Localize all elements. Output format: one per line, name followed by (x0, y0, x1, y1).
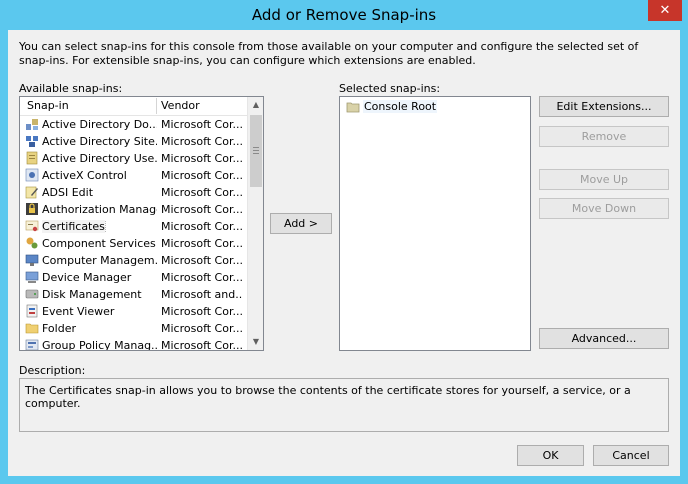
snapin-name: ADSI Edit (42, 186, 94, 199)
available-snapins-label: Available snap-ins: (19, 82, 123, 95)
ok-button[interactable]: OK (517, 445, 584, 466)
remove-button[interactable]: Remove (539, 126, 669, 147)
snapin-vendor: Microsoft Cor... (161, 322, 243, 335)
event-viewer-icon (26, 304, 38, 318)
dialog-body: You can select snap-ins for this console… (8, 30, 680, 476)
snapin-row[interactable]: Authorization Manager Microsoft Cor... (20, 201, 247, 218)
activex-icon (25, 168, 39, 182)
certificates-icon (25, 220, 39, 232)
snapin-name: Certificates (42, 220, 106, 233)
snapin-row[interactable]: Device Manager Microsoft Cor... (20, 269, 247, 286)
column-divider[interactable] (156, 98, 157, 114)
snapin-name: ActiveX Control (42, 169, 127, 182)
snapin-name: Active Directory Site... (42, 135, 157, 148)
available-snapins-list[interactable]: Snap-in Vendor Active Directory Do... Mic… (19, 96, 264, 351)
snapin-vendor: Microsoft and... (161, 288, 243, 301)
add-button[interactable]: Add > (270, 213, 332, 234)
snapin-vendor: Microsoft Cor... (161, 271, 243, 284)
close-button[interactable]: ✕ (648, 0, 682, 21)
ad-users-icon (26, 151, 38, 165)
snapin-vendor: Microsoft Cor... (161, 186, 243, 199)
snapin-vendor: Microsoft Cor... (161, 135, 243, 148)
adsi-edit-icon (25, 186, 38, 199)
move-down-button[interactable]: Move Down (539, 198, 669, 219)
scroll-down-arrow[interactable]: ▼ (248, 334, 263, 350)
move-up-button[interactable]: Move Up (539, 169, 669, 190)
ad-sites-icon (26, 136, 38, 147)
snapin-name: Authorization Manager (42, 203, 157, 216)
ad-domains-icon (26, 119, 38, 130)
snapin-row[interactable]: Active Directory Site... Microsoft Cor... (20, 133, 247, 150)
list-header: Snap-in Vendor (20, 97, 247, 116)
console-root-label: Console Root (363, 100, 438, 113)
snapin-vendor: Microsoft Cor... (161, 118, 243, 131)
cancel-button[interactable]: Cancel (593, 445, 669, 466)
description-text: The Certificates snap-in allows you to b… (25, 384, 631, 410)
folder-icon (346, 102, 360, 113)
description-label: Description: (19, 364, 86, 377)
group-policy-icon (25, 339, 39, 350)
edit-extensions-button[interactable]: Edit Extensions... (539, 96, 669, 117)
device-manager-icon (25, 271, 39, 283)
snapin-row[interactable]: Event Viewer Microsoft Cor... (20, 303, 247, 320)
snapin-name: Device Manager (42, 271, 132, 284)
disk-management-icon (25, 289, 39, 299)
snapin-name: Event Viewer (42, 305, 115, 318)
scroll-up-arrow[interactable]: ▲ (248, 97, 263, 113)
snapin-name: Folder (42, 322, 76, 335)
snapin-row[interactable]: ActiveX Control Microsoft Cor... (20, 167, 247, 184)
snapin-vendor: Microsoft Cor... (161, 220, 243, 233)
snapin-vendor: Microsoft Cor... (161, 305, 243, 318)
vertical-scrollbar[interactable]: ▲ ▼ (247, 97, 263, 350)
snapin-row[interactable]: ADSI Edit Microsoft Cor... (20, 184, 247, 201)
snapin-name: Component Services (42, 237, 156, 250)
window-title: Add or Remove Snap-ins (251, 6, 437, 24)
snapin-vendor: Microsoft Cor... (161, 169, 243, 182)
column-header-snapin[interactable]: Snap-in (27, 99, 69, 112)
snapin-vendor: Microsoft Cor... (161, 237, 243, 250)
selected-snapins-list[interactable]: Console Root (339, 96, 531, 351)
folder-icon (25, 323, 39, 334)
snapin-name: Group Policy Manag... (42, 339, 157, 351)
authorization-icon (26, 203, 38, 215)
column-header-vendor[interactable]: Vendor (161, 99, 200, 112)
snapin-row[interactable]: Computer Managem... Microsoft Cor... (20, 252, 247, 269)
snapin-name: Active Directory Do... (42, 118, 157, 131)
snapin-name: Disk Management (42, 288, 142, 301)
computer-management-icon (25, 254, 39, 266)
intro-text: You can select snap-ins for this console… (19, 40, 639, 67)
snapin-name: Active Directory Use... (42, 152, 157, 165)
selected-snapin-item[interactable]: Console Root (340, 98, 530, 115)
dialog-window: Add or Remove Snap-ins ✕ You can select … (0, 0, 688, 484)
title-bar[interactable]: Add or Remove Snap-ins ✕ (0, 0, 688, 30)
snapin-name: Computer Managem... (42, 254, 157, 267)
snapin-row[interactable]: Disk Management Microsoft and... (20, 286, 247, 303)
snapin-row[interactable]: Active Directory Use... Microsoft Cor... (20, 150, 247, 167)
snapin-row[interactable]: Group Policy Manag... Microsoft Cor... (20, 337, 247, 351)
close-icon: ✕ (659, 3, 671, 18)
description-box: The Certificates snap-in allows you to b… (19, 378, 669, 432)
snapin-row[interactable]: Folder Microsoft Cor... (20, 320, 247, 337)
advanced-button[interactable]: Advanced... (539, 328, 669, 349)
snapin-vendor: Microsoft Cor... (161, 339, 243, 351)
selected-snapins-label: Selected snap-ins: (339, 82, 441, 95)
snapin-row[interactable]: Component Services Microsoft Cor... (20, 235, 247, 252)
snapin-vendor: Microsoft Cor... (161, 203, 243, 216)
snapin-row[interactable]: Certificates Microsoft Cor... (20, 218, 247, 235)
snapin-row[interactable]: Active Directory Do... Microsoft Cor... (20, 116, 247, 133)
scroll-thumb[interactable] (250, 115, 262, 187)
snapin-vendor: Microsoft Cor... (161, 254, 243, 267)
component-services-icon (26, 237, 38, 249)
snapin-vendor: Microsoft Cor... (161, 152, 243, 165)
